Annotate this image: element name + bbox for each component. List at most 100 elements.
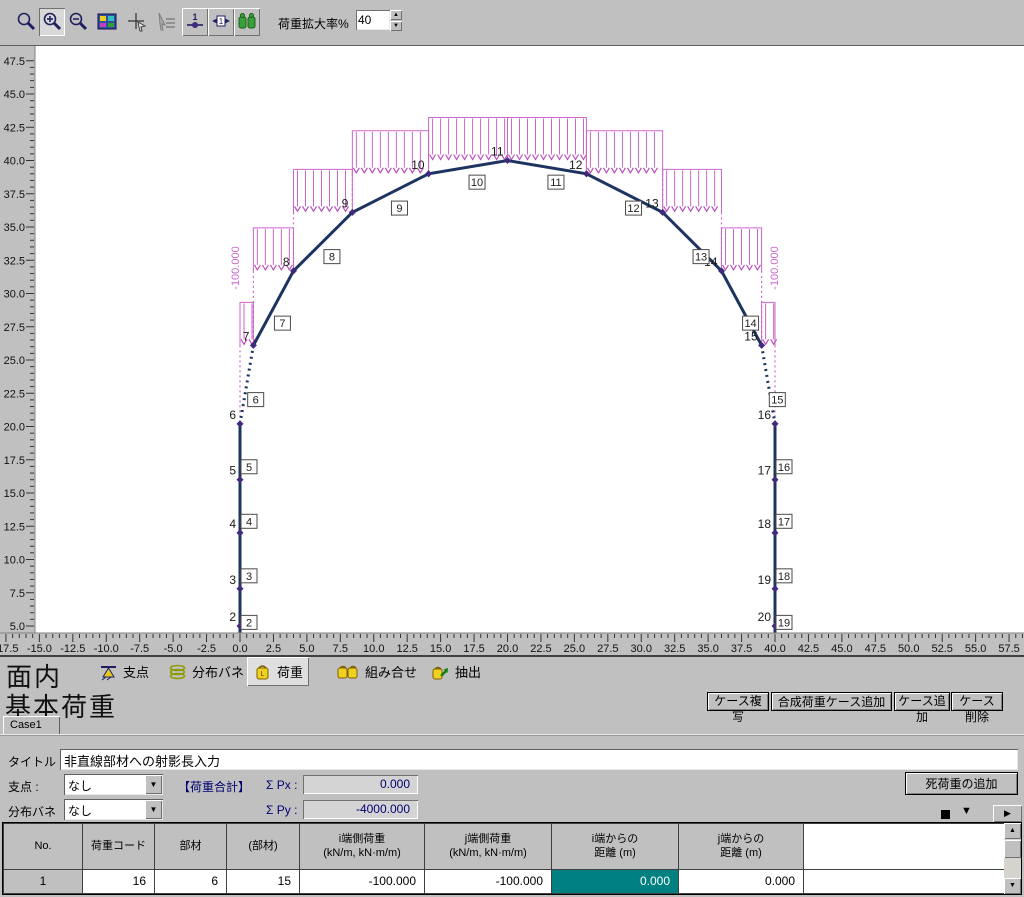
record-down-icon[interactable]: ▼ <box>961 805 972 817</box>
element-number: 9 <box>396 203 402 215</box>
scroll-down-icon[interactable]: ▼ <box>1004 878 1021 894</box>
y-axis-tick-label: 42.5 <box>4 122 25 134</box>
load-scale-spinner[interactable]: ▲ ▼ <box>390 10 402 31</box>
element-number: 14 <box>744 318 756 330</box>
select-node-button[interactable] <box>124 8 150 36</box>
chevron-down-icon[interactable]: ▼ <box>145 800 162 819</box>
tool-load[interactable]: L 荷重 <box>247 657 309 686</box>
load-value-label-left: -100.000 <box>230 246 242 289</box>
x-axis-tick-label: 40.0 <box>764 643 785 655</box>
scrollbar-thumb[interactable] <box>1004 840 1021 858</box>
tab-case1[interactable]: Case1 <box>3 716 60 734</box>
tool-spring[interactable]: 分布バネ <box>162 657 250 686</box>
spring-label: 分布バネ <box>8 803 56 820</box>
sum-py-value: -4000.000 <box>303 800 418 819</box>
tool-spring-label: 分布バネ <box>192 662 244 681</box>
record-next-button[interactable]: ▶ <box>993 805 1022 822</box>
load-table: No.荷重コード部材(部材)i端側荷重(kN/m, kN·m/m)j端側荷重(k… <box>2 822 1022 895</box>
x-axis-tick-label: 37.5 <box>731 643 752 655</box>
element-number: 10 <box>471 177 483 189</box>
case-delete-button[interactable]: ケース削除 <box>951 692 1003 711</box>
combine-icon <box>336 663 360 681</box>
table-header: (部材) <box>227 824 300 870</box>
record-stop-icon[interactable] <box>941 810 950 819</box>
cell-load_j[interactable]: -100.000 <box>425 869 552 893</box>
x-axis-tick-label: 20.0 <box>497 643 518 655</box>
row-filler <box>804 869 1021 893</box>
display-settings-button[interactable] <box>94 8 120 36</box>
element-number: 5 <box>246 462 252 474</box>
tool-support[interactable]: 支点 <box>93 657 155 686</box>
cell-member_i[interactable]: 6 <box>155 869 227 893</box>
zoom-in-button[interactable] <box>39 8 65 36</box>
cell-code[interactable]: 16 <box>83 869 155 893</box>
y-axis-tick-label: 17.5 <box>4 455 25 467</box>
composite-case-add-button[interactable]: 合成荷重ケース追加 <box>771 692 892 711</box>
element-numbers-toggle[interactable]: 1 <box>208 8 234 36</box>
spring-dropdown[interactable]: なし ▼ <box>64 799 163 820</box>
spin-down-icon[interactable]: ▼ <box>390 21 402 31</box>
support-dropdown[interactable]: なし ▼ <box>64 774 163 795</box>
node-number-label: 4 <box>229 517 236 531</box>
scroll-up-icon[interactable]: ▲ <box>1004 823 1021 839</box>
element-number: 12 <box>627 203 639 215</box>
x-axis-tick-label: 32.5 <box>664 643 685 655</box>
node-number-label: 18 <box>758 517 772 531</box>
element-number: 7 <box>279 318 285 330</box>
load-diagram-canvas[interactable]: -100.000-100.000234567891011121314151617… <box>0 45 1024 656</box>
node-number-icon: 1 <box>184 11 206 33</box>
dead-load-add-button[interactable]: 死荷重の追加 <box>905 772 1018 795</box>
sum-py-label: Σ Py : <box>266 803 297 817</box>
cell-load_i[interactable]: -100.000 <box>300 869 425 893</box>
element-number: 19 <box>778 617 790 629</box>
tool-support-label: 支点 <box>123 662 149 681</box>
x-axis-tick-label: 52.5 <box>931 643 952 655</box>
table-header-filler <box>804 824 1021 870</box>
title-label: タイトル : <box>8 753 63 770</box>
load-sum-label: 【荷重合計】 <box>178 778 250 795</box>
element-number-icon: 1 <box>210 11 232 33</box>
x-axis-tick-label: 10.0 <box>363 643 384 655</box>
node-numbers-toggle[interactable]: 1 <box>182 8 208 36</box>
element-number: 4 <box>246 516 252 528</box>
load-group-toggle[interactable] <box>234 8 260 36</box>
case-add-button[interactable]: ケース追加 <box>894 692 950 711</box>
x-axis-tick-label: -12.5 <box>60 643 85 655</box>
x-axis-tick-label: -2.5 <box>197 643 216 655</box>
spin-up-icon[interactable]: ▲ <box>390 10 402 20</box>
cell-dist_j[interactable]: 0.000 <box>679 869 804 893</box>
extract-icon <box>431 663 450 681</box>
top-toolbar: 1 1 荷重拡大率% ▲ ▼ <box>0 0 1024 45</box>
x-axis-tick-label: -17.5 <box>0 643 18 655</box>
y-axis-tick-label: 15.0 <box>4 488 25 500</box>
chevron-down-icon[interactable]: ▼ <box>145 775 162 794</box>
x-axis-tick-label: 0.0 <box>232 643 247 655</box>
load-group-icon <box>236 11 258 33</box>
element-number: 11 <box>550 177 561 189</box>
cell-member_j[interactable]: 15 <box>227 869 300 893</box>
case-copy-button[interactable]: ケース複写 <box>707 692 769 711</box>
tool-extract[interactable]: 抽出 <box>425 657 487 686</box>
element-number: 6 <box>253 395 259 407</box>
cell-dist_i[interactable]: 0.000 <box>552 869 679 893</box>
table-header: No. <box>4 824 83 870</box>
tool-combine[interactable]: 組み合せ <box>330 657 423 686</box>
node-number-label: 13 <box>645 196 659 210</box>
table-header: i端側荷重(kN/m, kN·m/m) <box>300 824 425 870</box>
zoom-reset-button[interactable] <box>13 8 39 36</box>
support-icon <box>99 663 118 681</box>
element-number: 15 <box>771 395 783 407</box>
title-input[interactable]: 非直線部材への射影長入力 <box>60 749 1018 770</box>
select-list-button[interactable] <box>153 8 179 36</box>
table-header: 部材 <box>155 824 227 870</box>
zoom-out-button[interactable] <box>65 8 91 36</box>
svg-text:L: L <box>261 671 265 678</box>
element-number: 18 <box>778 571 790 583</box>
cell-no[interactable]: 1 <box>4 869 83 893</box>
load-scale-input[interactable] <box>356 10 390 30</box>
sum-px-label: Σ Px : <box>266 778 297 792</box>
node-number-label: 17 <box>758 464 772 478</box>
load-value-label-right: -100.000 <box>769 246 781 289</box>
table-scrollbar[interactable]: ▲ ▼ <box>1004 823 1021 894</box>
node-number-label: 19 <box>758 573 772 587</box>
